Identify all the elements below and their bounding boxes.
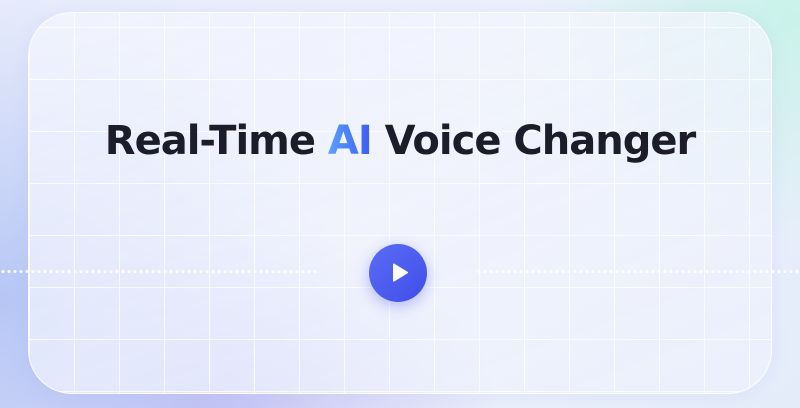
- title-accent: AI: [327, 118, 373, 164]
- play-icon: [387, 262, 410, 284]
- page-title: Real-Time AI Voice Changer: [0, 118, 800, 164]
- play-button[interactable]: [369, 244, 427, 302]
- hero-card: [28, 12, 772, 394]
- grid-background: [29, 13, 771, 393]
- title-prefix: Real-Time: [104, 118, 328, 164]
- waveform-dots-right: [476, 270, 800, 273]
- waveform-dots-left: [0, 270, 320, 273]
- title-suffix: Voice Changer: [371, 118, 697, 164]
